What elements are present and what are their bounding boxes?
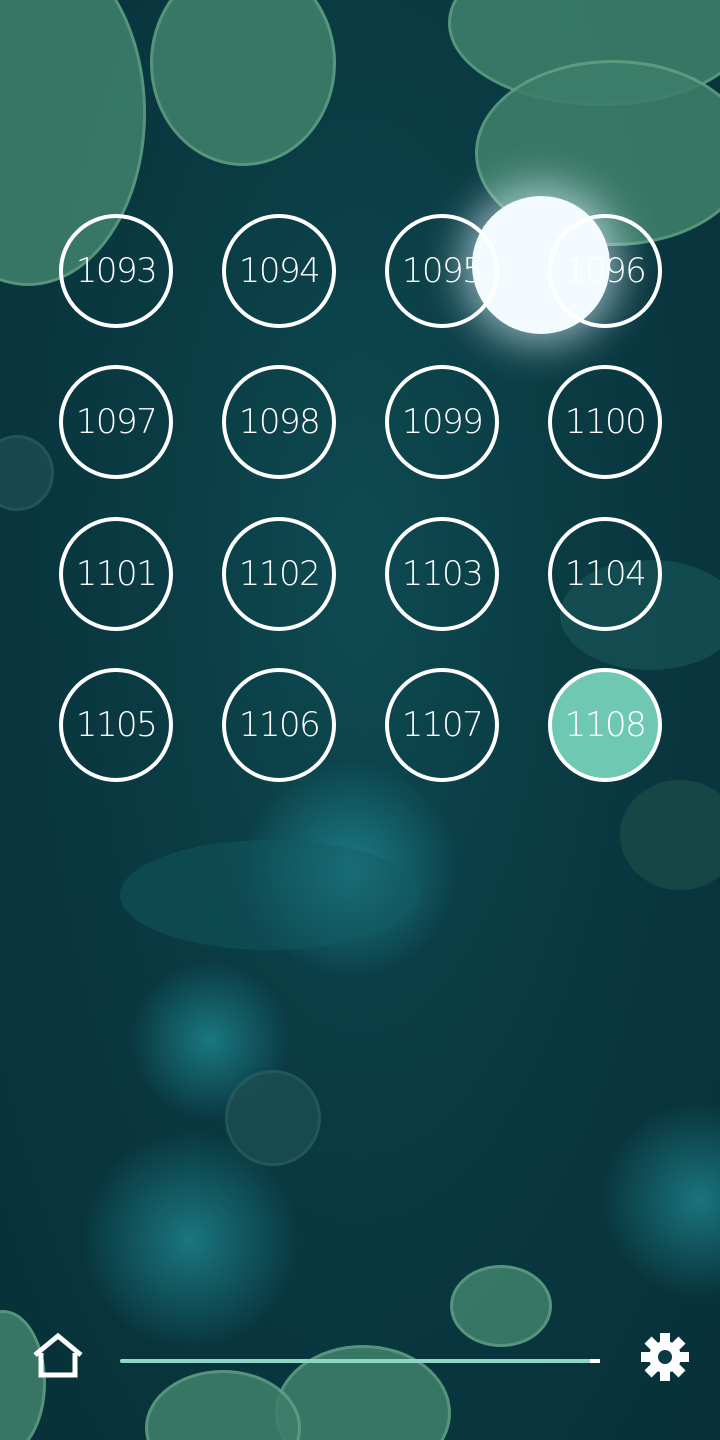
level-button[interactable]: 1093 xyxy=(59,214,173,328)
level-button[interactable]: 1098 xyxy=(222,365,336,479)
home-button[interactable] xyxy=(30,1332,86,1380)
level-button-completed[interactable]: 1108 xyxy=(548,668,662,782)
level-button[interactable]: 1094 xyxy=(222,214,336,328)
level-button[interactable]: 1096 xyxy=(548,214,662,328)
level-button[interactable]: 1101 xyxy=(59,517,173,631)
level-progress-bar xyxy=(120,1359,600,1363)
progress-fill xyxy=(120,1359,596,1363)
level-button[interactable]: 1097 xyxy=(59,365,173,479)
level-button[interactable]: 1095 xyxy=(385,214,499,328)
level-button[interactable]: 1100 xyxy=(548,365,662,479)
level-button[interactable]: 1107 xyxy=(385,668,499,782)
gear-icon xyxy=(641,1333,689,1381)
level-button[interactable]: 1104 xyxy=(548,517,662,631)
level-button[interactable]: 1106 xyxy=(222,668,336,782)
level-button[interactable]: 1102 xyxy=(222,517,336,631)
progress-marker xyxy=(590,1359,600,1363)
level-button[interactable]: 1099 xyxy=(385,365,499,479)
level-grid: 1093 1094 1095 1096 1097 1098 1099 1100 … xyxy=(0,0,720,820)
level-button[interactable]: 1105 xyxy=(59,668,173,782)
home-icon xyxy=(33,1332,83,1378)
bottom-bar xyxy=(0,1320,720,1400)
settings-button[interactable] xyxy=(638,1330,692,1384)
level-button[interactable]: 1103 xyxy=(385,517,499,631)
